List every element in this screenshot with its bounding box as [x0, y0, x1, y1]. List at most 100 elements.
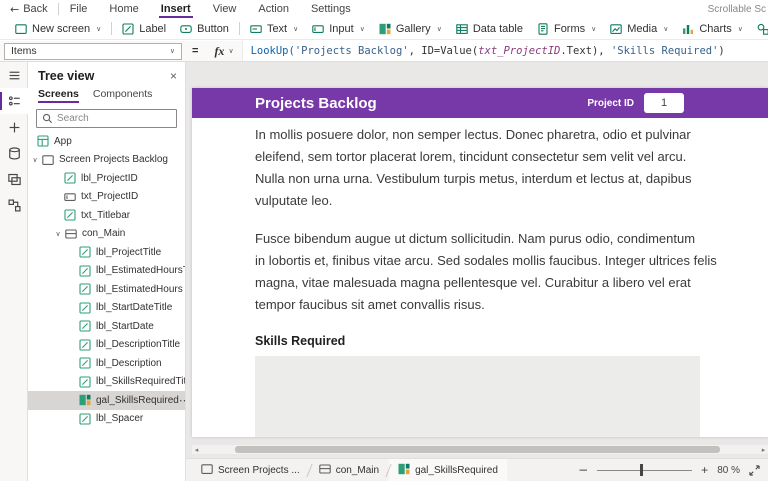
formula-input[interactable]: LookUp('Projects Backlog', ID=Value(txt_… — [242, 41, 768, 61]
toolbar-item-label: Input — [329, 23, 353, 35]
menu-item-file[interactable]: File — [59, 0, 99, 18]
zoom-slider[interactable] — [597, 464, 692, 476]
toolbar-divider — [111, 22, 112, 35]
tree-view-title: Tree view — [38, 69, 170, 83]
toolbar-charts[interactable]: Charts∨ — [675, 18, 750, 39]
tree-item-label: lbl_SkillsRequiredTitle — [96, 376, 185, 387]
breadcrumb-gal-skillsrequired[interactable]: gal_SkillsRequired — [389, 459, 507, 481]
data-sources-rail-button[interactable] — [0, 140, 28, 166]
scroll-right-arrow-icon[interactable]: ▸ — [759, 445, 768, 454]
icons-icon — [757, 23, 768, 35]
skills-required-heading[interactable]: Skills Required — [255, 334, 768, 348]
formula-token: .Text), — [560, 45, 611, 57]
formula-token: txt_ProjectID — [478, 45, 560, 57]
tree-item-txt-titlebar[interactable]: txt_Titlebar — [28, 206, 185, 225]
back-button[interactable]: ← Back — [0, 3, 58, 16]
chevron-down-icon[interactable]: ∨ — [52, 230, 64, 238]
data-table-icon — [456, 23, 468, 35]
toolbar-item-label: Forms — [554, 23, 585, 35]
screen-icon — [41, 154, 54, 166]
toolbar-media[interactable]: Media∨ — [603, 18, 675, 39]
toolbar-input[interactable]: Input ∨ — [305, 18, 372, 39]
advanced-tools-rail-button[interactable] — [0, 192, 28, 218]
fit-to-window-icon[interactable] — [749, 465, 760, 476]
more-icon[interactable]: ⋯ — [179, 394, 185, 407]
skills-gallery[interactable] — [255, 356, 700, 437]
chevron-down-icon: ∨ — [360, 25, 365, 33]
zoom-slider-thumb[interactable] — [640, 464, 643, 476]
label-icon — [78, 302, 91, 314]
close-icon[interactable]: × — [170, 70, 177, 82]
app-icon — [36, 135, 49, 147]
tree-item-lbl-startdatetitle[interactable]: lbl_StartDateTitle — [28, 299, 185, 318]
tree-item-lbl-skillsrequiredtitle[interactable]: lbl_SkillsRequiredTitle — [28, 373, 185, 392]
formula-token: LookUp( — [251, 45, 295, 57]
toolbar-new-screen[interactable]: New screen∨ — [8, 18, 108, 39]
media-rail-button[interactable] — [0, 166, 28, 192]
tab-components[interactable]: Components — [93, 88, 153, 103]
label-icon — [78, 413, 91, 425]
tree-item-app[interactable]: App — [28, 132, 185, 151]
breadcrumb-screen-projects[interactable]: Screen Projects ... — [192, 459, 309, 481]
menu-item-home[interactable]: Home — [98, 0, 149, 18]
label-icon — [63, 209, 76, 221]
breadcrumb-con-main[interactable]: con_Main — [310, 459, 388, 481]
menu-item-action[interactable]: Action — [247, 0, 300, 18]
insert-rail-button[interactable] — [0, 114, 28, 140]
tree-item-lbl-spacer[interactable]: lbl_Spacer — [28, 410, 185, 429]
search-input[interactable] — [57, 113, 171, 124]
menu-item-label: Home — [109, 3, 138, 15]
tree-item-lbl-projecttitle[interactable]: lbl_ProjectTitle — [28, 243, 185, 262]
menu-item-settings[interactable]: Settings — [300, 0, 362, 18]
description-paragraph-2[interactable]: Fusce bibendum augue ut dictum sollicitu… — [255, 228, 768, 316]
tree-item-lbl-startdate[interactable]: lbl_StartDate — [28, 317, 185, 336]
zoom-out-button[interactable]: − — [578, 464, 588, 476]
toolbar-item-label: Data table — [473, 23, 523, 35]
toolbar-forms[interactable]: Forms∨ — [530, 18, 603, 39]
property-dropdown[interactable]: Items ∨ — [4, 43, 182, 60]
menu-item-view[interactable]: View — [202, 0, 248, 18]
zoom-in-button[interactable]: + — [701, 464, 708, 476]
project-id-input[interactable] — [644, 93, 684, 113]
toolbar-data-table[interactable]: Data table — [449, 18, 530, 39]
tree-item-label: Screen Projects Backlog — [59, 154, 168, 165]
tree-item-screen-projects-backlog[interactable]: ∨ Screen Projects Backlog — [28, 151, 185, 170]
tree-item-lbl-projectid[interactable]: lbl_ProjectID — [28, 169, 185, 188]
data-sources-icon — [8, 147, 21, 160]
canvas-horizontal-scrollbar[interactable]: ◂ ▸ — [192, 445, 768, 454]
back-arrow-icon: ← — [10, 3, 19, 16]
chevron-down-icon: ∨ — [437, 25, 442, 33]
tree-item-lbl-estimatedhourstitle[interactable]: lbl_EstimatedHoursTitle — [28, 262, 185, 281]
description-paragraph-1[interactable]: In mollis posuere dolor, non semper lect… — [255, 124, 768, 212]
scroll-left-arrow-icon[interactable]: ◂ — [192, 445, 201, 454]
menu-rail-button[interactable] — [0, 62, 28, 88]
tree-item-lbl-description[interactable]: lbl_Description — [28, 354, 185, 373]
toolbar-gallery[interactable]: Gallery∨ — [372, 18, 449, 39]
breadcrumb-label: Screen Projects ... — [218, 465, 300, 476]
menu-item-insert[interactable]: Insert — [150, 0, 202, 18]
tree-item-txt-projectid[interactable]: txt_ProjectID — [28, 188, 185, 207]
tab-screens[interactable]: Screens — [38, 88, 79, 103]
tree-item-label: App — [54, 136, 72, 147]
chevron-down-icon[interactable]: ∨ — [29, 156, 41, 164]
toolbar-icons[interactable]: Icons∨ — [750, 18, 768, 39]
tree-item-label: lbl_EstimatedHoursTitle — [96, 265, 185, 276]
menu-item-label: View — [213, 3, 237, 15]
tree-view-rail-button[interactable] — [0, 88, 28, 114]
page-text-line: In mollis posuere dolor, non semper lect… — [255, 124, 768, 146]
screen-titlebar[interactable]: Projects Backlog Project ID — [192, 88, 768, 118]
toolbar-item-label: Label — [139, 23, 166, 35]
tree-item-lbl-descriptiontitle[interactable]: lbl_DescriptionTitle — [28, 336, 185, 355]
toolbar-button[interactable]: Button — [173, 18, 236, 39]
tree-item-gal-skillsrequired[interactable]: gal_SkillsRequired⋯ — [28, 391, 185, 410]
toolbar-label[interactable]: Label — [115, 18, 173, 39]
app-screen-preview[interactable]: Projects Backlog Project ID In mollis po… — [192, 88, 768, 437]
tree-item-con-main[interactable]: ∨con_Main — [28, 225, 185, 244]
toolbar-text[interactable]: Text∨ — [243, 18, 305, 39]
tree-search-box[interactable] — [36, 109, 177, 128]
fx-dropdown[interactable]: fx ∨ — [206, 44, 241, 59]
label-icon — [63, 172, 76, 184]
label-icon — [78, 339, 91, 351]
scrollbar-thumb[interactable] — [235, 446, 720, 453]
tree-item-lbl-estimatedhours[interactable]: lbl_EstimatedHours — [28, 280, 185, 299]
